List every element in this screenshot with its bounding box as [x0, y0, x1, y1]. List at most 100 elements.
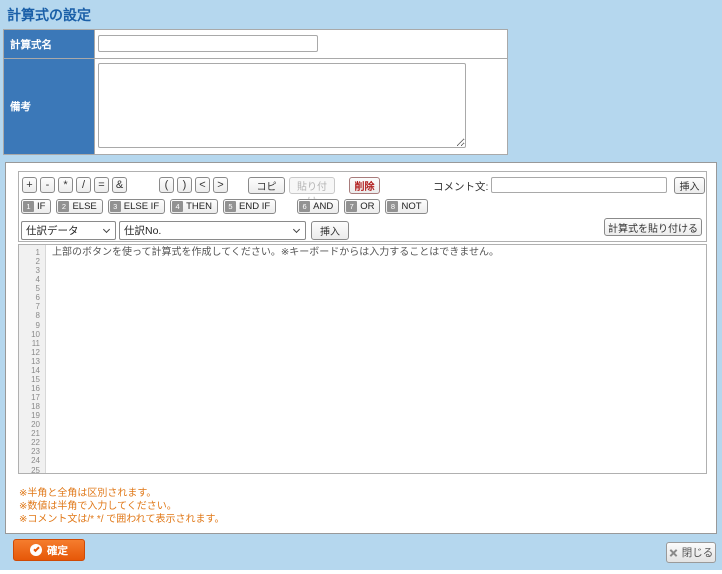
form-table: 計算式名 備考: [3, 29, 508, 155]
keyword-number-badge: 8: [387, 201, 399, 212]
formula-name-cell: [95, 30, 507, 58]
paste-button: 貼り付け: [289, 177, 335, 208]
keyword-number-badge: 5: [225, 201, 236, 212]
confirm-button-label: 確定: [47, 544, 68, 557]
close-button[interactable]: 閉じる: [666, 542, 716, 563]
line-number: 12: [31, 347, 40, 357]
formula-editor-panel: +-*/=& ()<> コピー 貼り付け 削除 コメント文: 挿入 1IF2EL…: [5, 162, 717, 534]
data-field-select[interactable]: 仕訳No.: [119, 221, 306, 240]
keyword-label: AND: [313, 201, 334, 212]
line-number: 23: [31, 447, 40, 457]
operator-button[interactable]: +: [22, 177, 37, 193]
toolbar: +-*/=& ()<> コピー 貼り付け 削除 コメント文: 挿入 1IF2EL…: [18, 171, 707, 242]
field-insert-row: 仕訳データ 仕訳No. 挿入: [21, 221, 349, 240]
keyword-number-badge: 3: [109, 201, 121, 212]
close-icon: [669, 548, 678, 557]
bracket-button[interactable]: (: [159, 177, 174, 193]
keyword-button-then[interactable]: 4 THEN: [170, 199, 218, 214]
data-category-select[interactable]: 仕訳データ: [21, 221, 116, 240]
line-number: 20: [31, 420, 40, 430]
line-number: 7: [35, 302, 40, 312]
line-number: 1: [35, 248, 40, 257]
line-number: 4: [35, 275, 40, 285]
keyword-button-or[interactable]: 7 OR: [344, 199, 381, 214]
bracket-button[interactable]: <: [195, 177, 210, 193]
chevron-down-icon: [292, 225, 301, 233]
keyword-label: IF: [37, 201, 46, 212]
chevron-down-icon: [102, 225, 111, 233]
keyword-buttons-row: 1 IF 2 ELSE 3 ELSE IF 4 THEN 5 END IF 6 AND 7 OR 8 NOT: [21, 199, 428, 214]
line-number-gutter: 1 2 3 4 5 6 7 8 9 10 11 12 13 14 15 16 17 18 19 20 21 22 23 24 2…: [19, 245, 46, 473]
line-number: 19: [31, 411, 40, 421]
field-insert-button[interactable]: 挿入: [311, 221, 349, 240]
comment-text-input[interactable]: [491, 177, 667, 193]
line-number: 5: [35, 284, 40, 294]
line-number: 11: [31, 338, 40, 348]
comment-text-label: コメント文:: [433, 181, 489, 193]
keyword-label: ELSE: [72, 201, 97, 212]
formula-name-input[interactable]: [98, 35, 318, 52]
keyword-number-badge: 4: [172, 201, 184, 212]
line-number: 13: [31, 356, 40, 366]
line-number: 22: [31, 438, 40, 448]
data-category-select-value: 仕訳データ: [26, 225, 79, 237]
formula-editor[interactable]: 1 2 3 4 5 6 7 8 9 10 11 12 13 14 15 16 17 18 19 20 21 22 23 24 2…: [18, 244, 707, 474]
keyword-number-badge: 1: [23, 201, 34, 212]
keyword-button-not[interactable]: 8 NOT: [385, 199, 428, 214]
data-field-select-value: 仕訳No.: [124, 225, 162, 237]
keyword-button-and[interactable]: 6 AND: [297, 199, 340, 214]
operator-button[interactable]: -: [40, 177, 55, 193]
operator-button[interactable]: =: [94, 177, 109, 193]
keyword-label: THEN: [186, 201, 212, 212]
keyword-number-badge: 6: [299, 201, 311, 212]
operator-button[interactable]: &: [112, 177, 127, 193]
line-number: 2: [35, 257, 40, 267]
line-number: 15: [31, 374, 40, 384]
close-button-label: 閉じる: [681, 547, 714, 559]
copy-button[interactable]: コピー: [248, 177, 285, 208]
delete-button[interactable]: 削除: [349, 177, 380, 194]
page-title: 計算式の設定: [7, 7, 91, 23]
line-number: 24: [31, 456, 40, 466]
keyword-number-badge: 2: [58, 201, 70, 212]
footnote-line: ※コメント文は/* */ で囲われて表示されます。: [19, 514, 225, 525]
line-number: 25: [31, 465, 40, 474]
operators-group: + - * / = &: [22, 177, 127, 193]
bracket-button[interactable]: >: [213, 177, 228, 193]
brackets-group: () < >: [159, 177, 228, 193]
remarks-textarea[interactable]: [98, 63, 466, 148]
keyword-button-end-if[interactable]: 5 END IF: [223, 199, 277, 214]
line-number: 16: [31, 383, 40, 393]
footnote-line: ※半角と全角は区別されます。: [19, 488, 157, 499]
line-number: 18: [31, 402, 40, 412]
line-number: 14: [31, 365, 40, 375]
remarks-label: 備考: [4, 59, 94, 154]
keyword-button-else[interactable]: 2 ELSE: [56, 199, 103, 214]
line-number: 10: [31, 329, 40, 339]
keyword-number-badge: 7: [346, 201, 358, 212]
keyword-label: NOT: [401, 201, 422, 212]
bracket-button[interactable]: ): [177, 177, 192, 193]
operator-button[interactable]: /: [76, 177, 91, 193]
keyword-label: END IF: [239, 201, 271, 212]
line-number: 6: [35, 293, 40, 303]
keyword-button-if[interactable]: 1 IF: [21, 199, 52, 214]
comment-insert-button[interactable]: 挿入: [674, 177, 705, 194]
line-number: 3: [35, 266, 40, 276]
line-number: 8: [35, 311, 40, 321]
paste-formula-button[interactable]: 計算式を貼り付ける: [604, 218, 702, 236]
operator-button[interactable]: *: [58, 177, 73, 193]
line-number: 21: [31, 429, 40, 439]
dialog-background: 計算式の設定 計算式名 備考 +-*/=& ()<> コピー 貼り付け 削除 コ…: [0, 0, 722, 570]
formula-name-label: 計算式名: [4, 30, 94, 58]
footnotes: ※半角と全角は区別されます。 ※数値は半角で入力してください。 ※コメント文は/* …: [19, 487, 224, 526]
editor-placeholder-text: 上部のボタンを使って計算式を作成してください。※キーボードからは入力することはで…: [52, 247, 499, 258]
remarks-cell: [95, 59, 507, 154]
keyword-label: ELSE IF: [123, 201, 160, 212]
keyword-button-else-if[interactable]: 3 ELSE IF: [107, 199, 166, 214]
line-number: 9: [35, 320, 40, 330]
confirm-button[interactable]: 確定: [13, 539, 85, 561]
keyword-label: OR: [360, 201, 375, 212]
line-number: 17: [31, 393, 40, 402]
footnote-line: ※数値は半角で入力してください。: [19, 501, 177, 512]
